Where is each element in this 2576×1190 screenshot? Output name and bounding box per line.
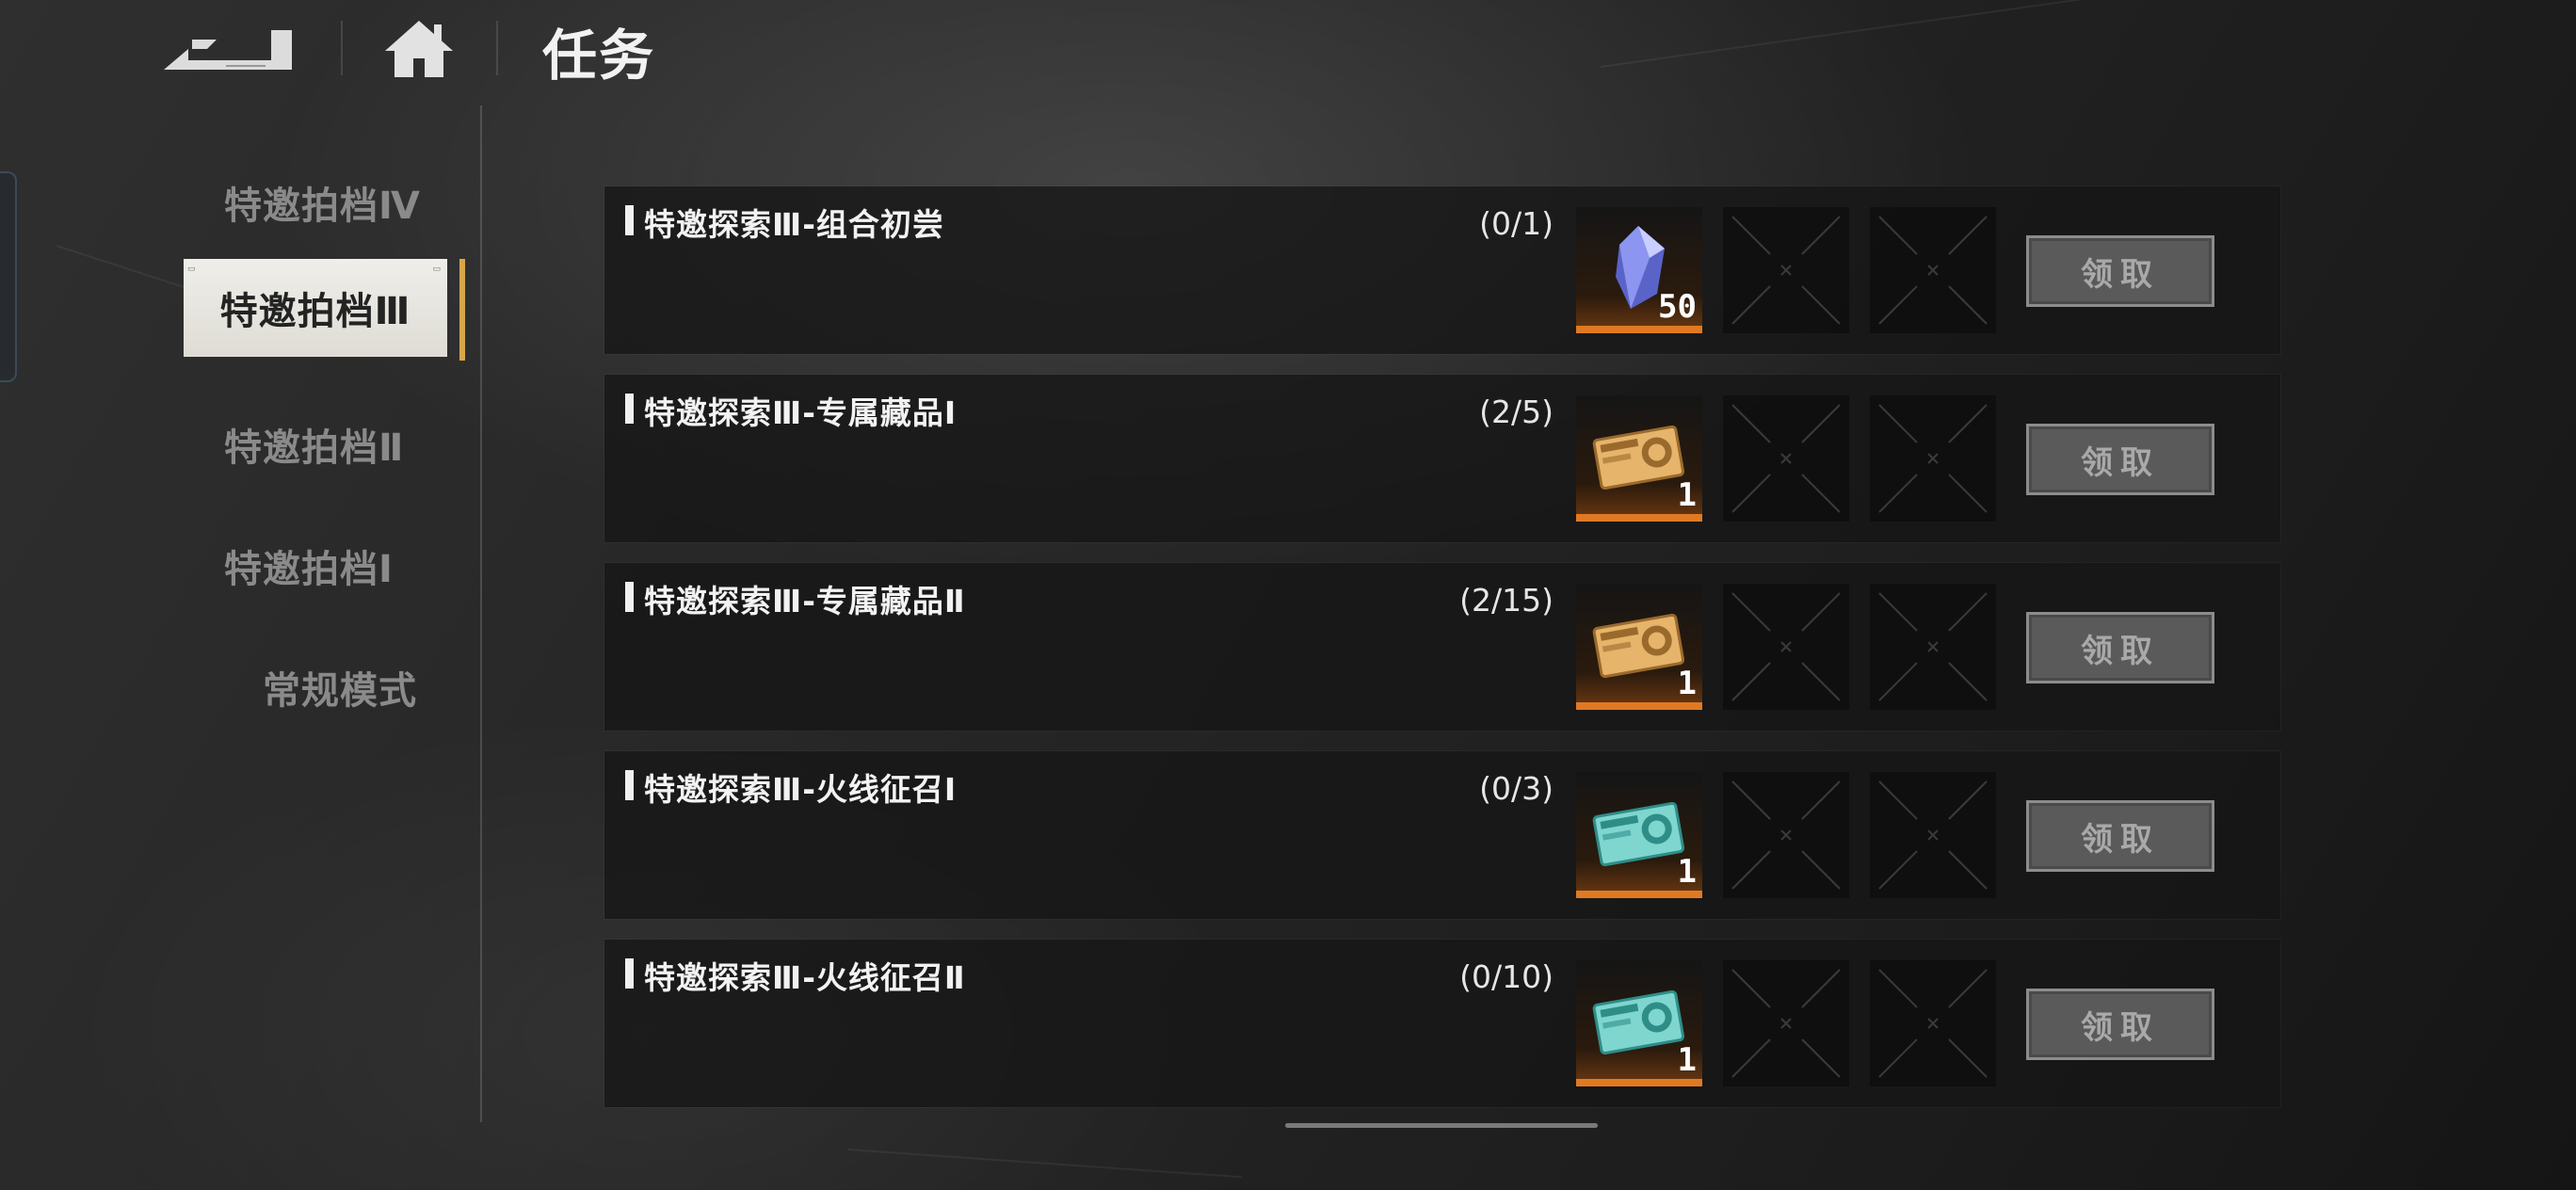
header-divider <box>341 21 343 75</box>
back-button[interactable] <box>160 23 301 75</box>
task-row: 特邀探索Ⅲ-火线征召Ⅱ (0/10) 1 领取 <box>604 940 2280 1107</box>
reward-quantity: 1 <box>1677 665 1697 702</box>
claim-button[interactable]: 领取 <box>2026 424 2214 495</box>
decorative-tag: ▭ <box>187 265 197 274</box>
empty-reward-slot <box>1870 207 1996 333</box>
reward-rarity-bar <box>1576 1079 1702 1086</box>
reward-rarity-bar <box>1576 326 1702 333</box>
task-title: 特邀探索Ⅲ-火线征召Ⅱ <box>644 959 966 996</box>
page-title: 任务 <box>542 24 656 88</box>
empty-slot-icon <box>1731 404 1841 513</box>
empty-slot-icon <box>1878 216 1988 325</box>
empty-slot-icon <box>1731 216 1841 325</box>
empty-slot-icon <box>1878 969 1988 1078</box>
home-icon <box>385 21 453 77</box>
empty-slot-icon <box>1878 404 1988 513</box>
task-progress: (2/5) <box>1479 394 1554 430</box>
claim-button[interactable]: 领取 <box>2026 989 2214 1060</box>
empty-slot-icon <box>1731 592 1841 701</box>
reward-item[interactable]: 1 <box>1576 772 1702 898</box>
empty-slot-icon <box>1878 780 1988 890</box>
reward-item[interactable]: 1 <box>1576 960 1702 1086</box>
reward-quantity: 1 <box>1677 1041 1697 1079</box>
task-progress: (0/3) <box>1479 770 1554 807</box>
reward-rarity-bar <box>1576 514 1702 522</box>
task-progress: (0/10) <box>1459 958 1554 995</box>
sidebar-item-label: 特邀拍档Ⅲ <box>219 290 411 333</box>
gold-ticket-icon <box>1592 425 1685 490</box>
gold-ticket-icon <box>1592 613 1685 679</box>
task-title-marker <box>625 205 634 235</box>
header-divider <box>496 21 498 75</box>
teal-ticket-icon <box>1592 989 1685 1055</box>
reward-rarity-bar <box>1576 891 1702 898</box>
back-arrow-icon <box>164 30 292 70</box>
reward-item[interactable]: 50 <box>1576 207 1702 333</box>
task-title-marker <box>625 582 634 612</box>
active-indicator <box>459 259 465 361</box>
empty-reward-slot <box>1723 584 1849 710</box>
sidebar-item-normal-mode[interactable]: 常规模式 <box>263 660 417 715</box>
empty-slot-icon <box>1731 969 1841 1078</box>
task-title-marker <box>625 770 634 800</box>
reward-rarity-bar <box>1576 702 1702 710</box>
empty-reward-slot <box>1870 960 1996 1086</box>
reward-item[interactable]: 1 <box>1576 395 1702 522</box>
empty-reward-slot <box>1723 960 1849 1086</box>
task-row: 特邀探索Ⅲ-组合初尝 (0/1) 50 领取 <box>604 186 2280 354</box>
empty-slot-icon <box>1731 780 1841 890</box>
task-progress: (2/15) <box>1459 582 1554 619</box>
sidebar-item-partner-4[interactable]: 特邀拍档Ⅳ <box>224 175 421 230</box>
task-title-marker <box>625 394 634 424</box>
empty-reward-slot <box>1870 584 1996 710</box>
empty-reward-slot <box>1723 395 1849 522</box>
empty-reward-slot <box>1723 772 1849 898</box>
scroll-indicator[interactable] <box>1285 1123 1598 1128</box>
empty-slot-icon <box>1878 592 1988 701</box>
home-button[interactable] <box>381 17 457 81</box>
empty-reward-slot <box>1870 395 1996 522</box>
reward-quantity: 1 <box>1677 853 1697 891</box>
sidebar-item-partner-2[interactable]: 特邀拍档Ⅱ <box>224 417 404 472</box>
task-title: 特邀探索Ⅲ-火线征召Ⅰ <box>644 771 958 808</box>
empty-reward-slot <box>1723 207 1849 333</box>
background-scratch <box>1600 0 2086 68</box>
reward-quantity: 50 <box>1658 288 1697 326</box>
empty-reward-slot <box>1870 772 1996 898</box>
task-title: 特邀探索Ⅲ-专属藏品Ⅱ <box>644 583 966 619</box>
task-row: 特邀探索Ⅲ-专属藏品Ⅱ (2/15) 1 领取 <box>604 563 2280 731</box>
claim-button[interactable]: 领取 <box>2026 612 2214 683</box>
teal-ticket-icon <box>1592 801 1685 867</box>
claim-button[interactable]: 领取 <box>2026 800 2214 872</box>
claim-button[interactable]: 领取 <box>2026 235 2214 307</box>
reward-quantity: 1 <box>1677 476 1697 514</box>
sidebar-item-partner-3[interactable]: ▭ ▭ 特邀拍档Ⅲ <box>184 259 447 357</box>
left-edge-tab[interactable] <box>0 171 17 382</box>
task-progress: (0/1) <box>1479 205 1554 242</box>
task-title: 特邀探索Ⅲ-组合初尝 <box>644 206 944 243</box>
sidebar-item-partner-1[interactable]: 特邀拍档Ⅰ <box>224 539 394 593</box>
background-scratch <box>846 1149 1243 1179</box>
task-row: 特邀探索Ⅲ-火线征召Ⅰ (0/3) 1 领取 <box>604 751 2280 919</box>
task-row: 特邀探索Ⅲ-专属藏品Ⅰ (2/5) 1 领取 <box>604 375 2280 542</box>
sidebar-divider <box>480 105 482 1122</box>
reward-item[interactable]: 1 <box>1576 584 1702 710</box>
decorative-tag: ▭ <box>432 265 442 274</box>
task-title: 特邀探索Ⅲ-专属藏品Ⅰ <box>644 394 958 431</box>
task-title-marker <box>625 958 634 989</box>
